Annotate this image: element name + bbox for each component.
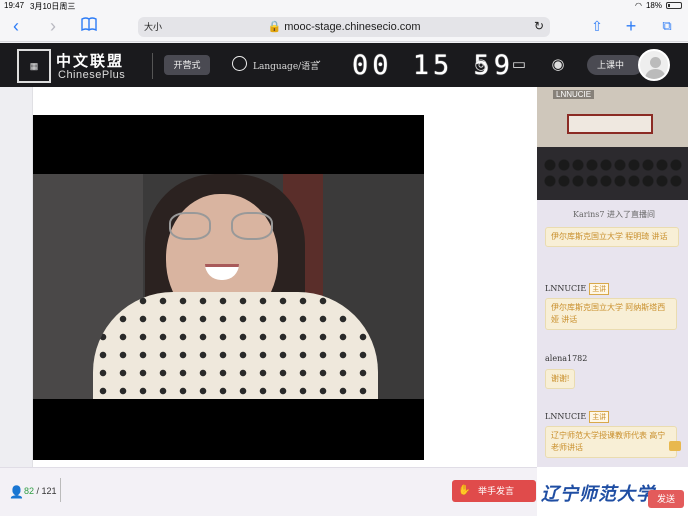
class-status-button[interactable]: 上课中: [587, 55, 643, 75]
url-text: 🔒 mooc-stage.chinesecio.com: [267, 21, 421, 33]
chat-panel: LNNUCIE Karins7 进入了直播间 伊尔库斯克国立大学 程明琦 讲话 …: [537, 87, 688, 467]
emoji-icon[interactable]: [669, 441, 681, 451]
chat-bubble: 伊尔库斯克国立大学 程明琦 讲话: [545, 227, 679, 247]
people-icon: 👤: [9, 485, 24, 499]
status-date: 3月10日周三: [30, 2, 76, 11]
battery-level: 18%: [645, 1, 662, 10]
back-icon[interactable]: ‹: [7, 17, 25, 35]
status-right: ◠ 18%: [635, 1, 682, 10]
university-watermark: 辽宁师范大学: [541, 484, 655, 505]
chat-sender: alena1782: [545, 354, 588, 363]
forward-icon[interactable]: ›: [44, 17, 62, 35]
send-button[interactable]: 发送: [648, 490, 684, 508]
right-gutter: [463, 87, 537, 467]
share-icon[interactable]: ⇧: [588, 17, 606, 35]
status-bar: 19:47 3月10日周三 ◠ 18%: [0, 0, 688, 12]
browser-toolbar: ‹ › 大小 🔒 mooc-stage.chinesecio.com ↻ ⇧ +…: [0, 12, 688, 42]
status-time: 19:47: [4, 1, 25, 10]
participant-count: 82 / 121: [24, 486, 57, 496]
speaker-tag: 主讲: [589, 411, 610, 423]
reload-icon[interactable]: ↻: [534, 19, 544, 33]
screen-share-icon[interactable]: ▭: [509, 55, 529, 75]
left-gutter: [0, 87, 33, 467]
logo-cn: 中文联盟: [56, 52, 125, 70]
chat-bubble: 伊尔库斯克国立大学 阿纳斯塔西娅 讲话: [545, 298, 677, 330]
compass-icon[interactable]: ◎: [471, 55, 491, 75]
bookmarks-icon[interactable]: [80, 17, 98, 35]
classroom-name: LNNUCIE: [553, 90, 595, 99]
glasses: [169, 212, 279, 240]
hand-icon: ✋: [458, 485, 471, 496]
tabs-icon[interactable]: ⧉: [658, 17, 676, 35]
address-bar[interactable]: 大小 🔒 mooc-stage.chinesecio.com ↻: [138, 17, 550, 37]
globe-icon[interactable]: [232, 56, 247, 71]
battery-icon: [666, 2, 682, 9]
chevron-down-icon[interactable]: ⌄: [314, 55, 322, 66]
logo-en: ChinesePlus: [58, 69, 126, 81]
header-divider: [152, 53, 153, 79]
signal-icon[interactable]: ◉: [548, 55, 568, 75]
chat-bubble: 辽宁师范大学授课教师代表 高宁老师讲话: [545, 426, 677, 458]
speaker-video[interactable]: [33, 115, 424, 460]
camp-button[interactable]: 开营式: [164, 55, 210, 75]
footer-divider: [60, 478, 61, 502]
speaker-tag: 主讲: [589, 283, 610, 295]
app-header: ▦ 中文联盟 ChinesePlus 开营式 Language/语言 ⌄ 00 …: [0, 43, 688, 87]
system-message: Karins7 进入了直播间: [573, 210, 656, 219]
classroom-video[interactable]: LNNUCIE: [537, 87, 688, 200]
logo-icon: ▦: [17, 49, 51, 83]
language-selector[interactable]: Language/语言: [253, 59, 319, 72]
chat-sender: LNNUCIE 主讲: [545, 283, 610, 295]
video-frame: [33, 174, 424, 399]
avatar[interactable]: [638, 49, 670, 81]
chat-sender: LNNUCIE 主讲: [545, 411, 610, 423]
new-tab-icon[interactable]: +: [622, 17, 640, 35]
raise-hand-button[interactable]: ✋ 举手发言: [452, 480, 536, 502]
wifi-icon: ◠: [635, 1, 642, 10]
chat-bubble: 谢谢!: [545, 369, 576, 389]
